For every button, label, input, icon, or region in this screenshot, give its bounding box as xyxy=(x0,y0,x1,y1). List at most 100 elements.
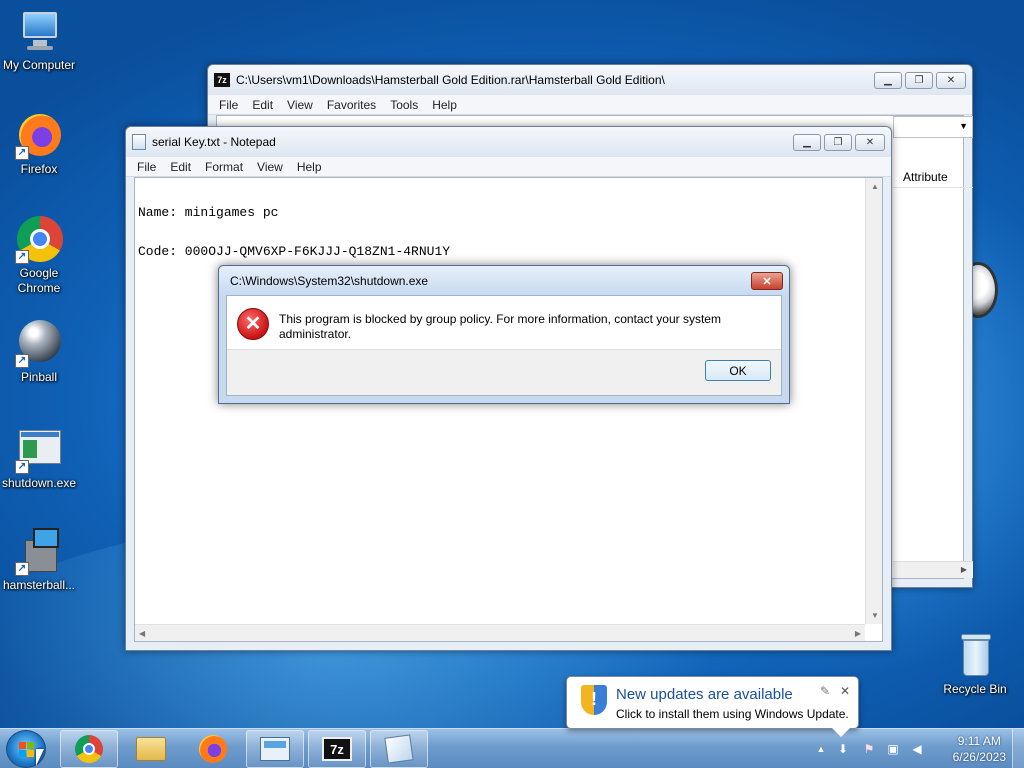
show-desktop-button[interactable] xyxy=(1012,729,1024,768)
close-button[interactable]: ✕ xyxy=(855,133,885,151)
desktop-icon-chrome[interactable]: ↗ Google Chrome xyxy=(0,216,78,296)
horizontal-scrollbar[interactable]: ▶ xyxy=(893,561,973,578)
taskbar-app-explorer[interactable] xyxy=(122,730,180,768)
shortcut-arrow-icon: ↗ xyxy=(15,146,29,160)
close-button[interactable]: ✕ xyxy=(751,272,783,290)
error-dialog-titlebar[interactable]: C:\Windows\System32\shutdown.exe ✕ xyxy=(219,266,789,296)
sevenzip-icon: 7z xyxy=(322,737,352,761)
installer-icon: ↗ xyxy=(15,528,63,576)
clock[interactable]: 9:11 AM 6/26/2023 xyxy=(953,733,1006,765)
volume-muted-icon[interactable]: ◀ xyxy=(910,742,924,756)
scroll-right-icon[interactable]: ▶ xyxy=(855,629,861,638)
notepad-titlebar[interactable]: serial Key.txt - Notepad ▁ ❐ ✕ xyxy=(126,127,891,157)
desktop-icon-firefox[interactable]: ↗ Firefox xyxy=(0,112,78,177)
text-line: Code: 000OJJ-QMV6XP-F6KJJJ-Q18ZN1-4RNU1Y xyxy=(138,244,451,259)
desktop-icon-label: My Computer xyxy=(2,58,76,72)
desktop-icon-label: hamsterball... xyxy=(2,578,76,592)
notepad-menubar: File Edit Format View Help xyxy=(126,157,891,177)
dialog-footer: OK xyxy=(227,349,781,395)
menu-view[interactable]: View xyxy=(250,160,290,174)
desktop-icon-label: Firefox xyxy=(20,162,58,176)
desktop-icon-shutdown-exe[interactable]: ↗ shutdown.exe xyxy=(0,426,78,491)
desktop-icon-label: Recycle Bin xyxy=(943,682,1007,696)
menu-edit[interactable]: Edit xyxy=(163,160,198,174)
taskbar-app-7zip[interactable]: 7z xyxy=(308,730,366,768)
application-window-icon: ↗ xyxy=(15,426,63,474)
taskbar-app-firefox[interactable] xyxy=(184,730,242,768)
network-icon[interactable]: ▣ xyxy=(886,742,900,756)
shortcut-arrow-icon: ↗ xyxy=(15,460,29,474)
restore-button[interactable]: ❐ xyxy=(824,133,852,151)
windows-update-shield-icon: ! xyxy=(581,685,607,715)
sevenzip-menubar: File Edit View Favorites Tools Help xyxy=(208,95,972,115)
dialog-content: ✕ This program is blocked by group polic… xyxy=(226,295,782,396)
window-title: C:\Users\vm1\Downloads\Hamsterball Gold … xyxy=(236,73,665,87)
error-message: This program is blocked by group policy.… xyxy=(279,312,721,341)
folder-icon xyxy=(136,737,166,761)
notepad-text-area[interactable]: Name: minigames pc Code: 000OJJ-QMV6XP-F… xyxy=(134,177,883,642)
ok-button[interactable]: OK xyxy=(705,360,771,381)
desktop-icon-label: Google Chrome xyxy=(17,266,61,295)
notification-title: New updates are available xyxy=(616,686,793,703)
desktop-icon-my-computer[interactable]: My Computer xyxy=(0,8,78,73)
balloon-tail xyxy=(832,728,850,737)
desktop-icon-pinball[interactable]: ↗ Pinball xyxy=(0,320,78,385)
close-icon[interactable]: ✕ xyxy=(840,684,850,698)
shortcut-arrow-icon: ↗ xyxy=(15,354,29,368)
menu-tools[interactable]: Tools xyxy=(383,98,425,112)
options-icon[interactable]: ✎ xyxy=(820,684,830,698)
menu-view[interactable]: View xyxy=(280,98,320,112)
clock-date: 6/26/2023 xyxy=(952,750,1006,764)
firefox-icon xyxy=(199,735,227,763)
window-title: serial Key.txt - Notepad xyxy=(152,135,276,149)
minimize-button[interactable]: ▁ xyxy=(874,71,902,89)
shortcut-arrow-icon: ↗ xyxy=(15,562,29,576)
menu-format[interactable]: Format xyxy=(198,160,250,174)
windows-update-icon[interactable]: ⬇ xyxy=(836,742,850,756)
show-hidden-icons-icon[interactable]: ▲ xyxy=(814,742,828,756)
column-header-attributes[interactable]: Attribute xyxy=(893,166,973,188)
computer-icon xyxy=(15,8,63,56)
firefox-icon: ↗ xyxy=(15,112,63,160)
chrome-icon xyxy=(75,735,103,763)
notification-subtitle: Click to install them using Windows Upda… xyxy=(616,707,849,721)
minimize-button[interactable]: ▁ xyxy=(793,133,821,151)
desktop-icon-label: Pinball xyxy=(20,370,58,384)
menu-help[interactable]: Help xyxy=(290,160,329,174)
update-notification[interactable]: ! New updates are available Click to ins… xyxy=(566,676,859,737)
vertical-scrollbar[interactable]: ▲ ▼ xyxy=(865,178,882,624)
notepad-icon xyxy=(132,134,146,150)
menu-edit[interactable]: Edit xyxy=(245,98,280,112)
scroll-up-icon[interactable]: ▲ xyxy=(871,182,879,191)
menu-favorites[interactable]: Favorites xyxy=(320,98,383,112)
chrome-icon: ↗ xyxy=(15,216,63,264)
shortcut-arrow-icon: ↗ xyxy=(15,250,29,264)
action-center-flag-icon[interactable]: ⚑ xyxy=(862,742,876,756)
menu-help[interactable]: Help xyxy=(425,98,464,112)
recycle-bin-icon xyxy=(951,632,999,680)
scroll-left-icon[interactable]: ◀ xyxy=(139,629,145,638)
error-icon: ✕ xyxy=(237,308,269,340)
restore-button[interactable]: ❐ xyxy=(905,71,933,89)
text-line: Name: minigames pc xyxy=(138,205,279,220)
horizontal-scrollbar[interactable]: ◀ ▶ xyxy=(135,624,865,641)
scroll-down-icon[interactable]: ▼ xyxy=(871,611,879,620)
control-panel-icon xyxy=(260,737,290,761)
desktop-icon-recycle-bin[interactable]: Recycle Bin xyxy=(936,632,1014,697)
menu-file[interactable]: File xyxy=(130,160,163,174)
chevron-down-icon: ▼ xyxy=(959,121,968,131)
taskbar-app-chrome[interactable] xyxy=(60,730,118,768)
error-dialog[interactable]: C:\Windows\System32\shutdown.exe ✕ ✕ Thi… xyxy=(218,265,790,404)
sevenzip-titlebar[interactable]: 7z C:\Users\vm1\Downloads\Hamsterball Go… xyxy=(208,65,972,95)
menu-file[interactable]: File xyxy=(212,98,245,112)
pinball-icon: ↗ xyxy=(15,320,63,368)
desktop-icon-hamsterball[interactable]: ↗ hamsterball... xyxy=(0,528,78,593)
scroll-right-icon[interactable]: ▶ xyxy=(961,565,967,574)
notepad-icon xyxy=(384,734,414,764)
close-button[interactable]: ✕ xyxy=(936,71,966,89)
clock-time: 9:11 AM xyxy=(957,734,1001,748)
taskbar: 7z ▲ ⬇ ⚑ ▣ ◀ 9:11 AM 6/26/2023 xyxy=(0,728,1024,768)
address-dropdown[interactable]: ▼ xyxy=(893,116,973,138)
taskbar-app-notepad[interactable] xyxy=(370,730,428,768)
taskbar-app-control-panel[interactable] xyxy=(246,730,304,768)
